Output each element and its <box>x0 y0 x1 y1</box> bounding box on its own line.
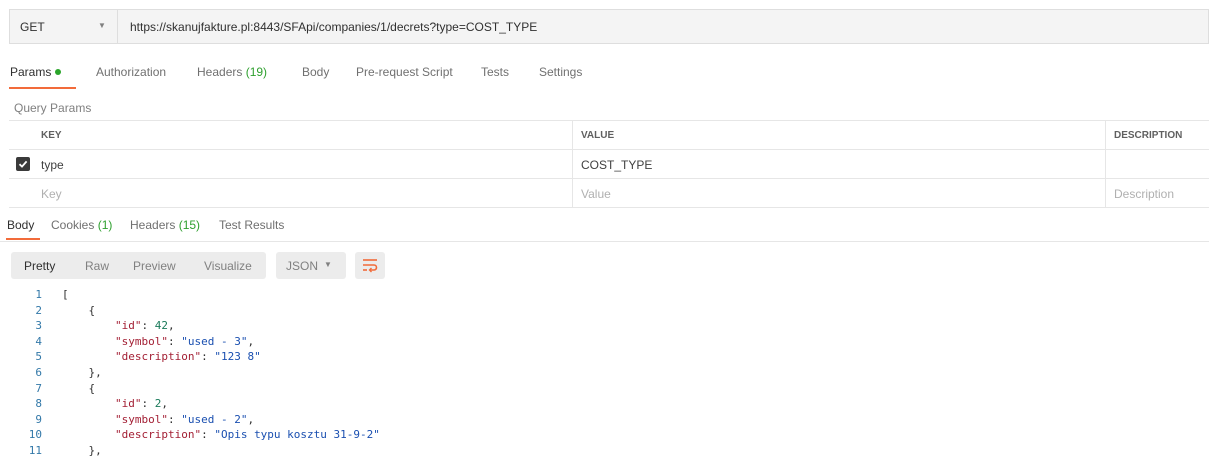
request-url-bar: GET ▼ https://skanujfakture.pl:8443/SFAp… <box>9 9 1209 44</box>
line-number: 4 <box>35 334 42 348</box>
method-label: GET <box>20 20 45 34</box>
new-value-input[interactable]: Value <box>581 187 611 201</box>
tab-params-label: Params <box>10 65 52 79</box>
table-row: type COST_TYPE <box>9 150 1209 179</box>
format-visualize-button[interactable]: Visualize <box>204 259 252 273</box>
tab-authorization[interactable]: Authorization <box>96 65 166 79</box>
tab-test-results[interactable]: Test Results <box>219 218 284 232</box>
checkmark-icon <box>18 160 28 168</box>
format-pretty-button[interactable]: Pretty <box>24 259 55 273</box>
line-number: 3 <box>35 319 42 333</box>
active-response-tab-indicator <box>6 238 40 240</box>
tab-headers-label: Headers <box>197 65 243 79</box>
code-text: { <box>62 303 96 317</box>
column-header-value: VALUE <box>581 130 615 141</box>
param-value-cell[interactable]: COST_TYPE <box>581 158 652 172</box>
method-select[interactable]: GET ▼ <box>10 10 118 43</box>
table-row-new: Key Value Description <box>9 179 1209 208</box>
param-enabled-checkbox[interactable] <box>16 157 30 171</box>
line-number: 8 <box>35 397 42 411</box>
column-header-key: KEY <box>41 130 62 141</box>
line-number: 9 <box>35 412 42 426</box>
format-raw-button[interactable]: Raw <box>85 259 109 273</box>
new-description-input[interactable]: Description <box>1114 187 1174 201</box>
code-line: 9 "symbol": "used - 2", <box>0 413 1209 427</box>
code-text: "symbol": "used - 3", <box>114 334 255 348</box>
code-text: "description": "Opis typu kosztu 31-9-2" <box>114 428 380 442</box>
code-line: 10 "description": "Opis typu kosztu 31-9… <box>0 428 1209 442</box>
tab-response-body[interactable]: Body <box>7 218 34 232</box>
line-number: 10 <box>28 428 42 442</box>
tab-response-headers[interactable]: Headers (15) <box>130 218 200 232</box>
query-params-title: Query Params <box>14 101 92 115</box>
chevron-down-icon: ▼ <box>324 260 332 269</box>
code-line: 7 { <box>0 382 1209 396</box>
code-text: "symbol": "used - 2", <box>114 412 255 426</box>
code-text: }, <box>62 366 102 379</box>
code-line: 1[ <box>0 288 1209 302</box>
chevron-down-icon: ▼ <box>98 21 106 30</box>
line-number: 2 <box>35 303 42 317</box>
request-tabs: Params Authorization Headers (19) Body P… <box>0 60 1209 90</box>
line-number: 1 <box>35 288 42 301</box>
tab-headers-count: (19) <box>245 65 268 79</box>
column-divider <box>1105 120 1106 208</box>
code-line: 3 "id": 42, <box>0 319 1209 333</box>
code-line: 8 "id": 2, <box>0 397 1209 411</box>
code-text: [ <box>62 288 69 301</box>
params-active-dot <box>55 69 62 75</box>
column-divider <box>572 120 573 208</box>
language-label: JSON <box>286 259 319 273</box>
tab-cookies-label: Cookies <box>51 218 95 232</box>
line-number: 11 <box>28 444 42 457</box>
language-select[interactable]: JSON ▼ <box>276 252 346 279</box>
code-text: { <box>62 381 96 395</box>
code-line: 11 }, <box>0 444 1209 458</box>
code-line: 4 "symbol": "used - 3", <box>0 335 1209 349</box>
table-header-row: KEY VALUE DESCRIPTION <box>9 120 1209 150</box>
tab-tests[interactable]: Tests <box>481 65 509 79</box>
new-key-input[interactable]: Key <box>41 187 62 201</box>
wrap-lines-icon <box>363 259 378 273</box>
code-line: 5 "description": "123 8" <box>0 350 1209 364</box>
code-text: "id": 42, <box>114 319 175 333</box>
tab-cookies-count: (1) <box>97 218 113 232</box>
tab-body[interactable]: Body <box>302 65 329 79</box>
line-number: 5 <box>35 350 42 364</box>
param-key-cell[interactable]: type <box>41 158 64 172</box>
format-preview-button[interactable]: Preview <box>133 259 176 273</box>
tab-pre-request-script[interactable]: Pre-request Script <box>356 65 453 79</box>
active-tab-indicator <box>9 87 76 89</box>
response-tabs: Body Cookies (1) Headers (15) Test Resul… <box>0 214 1209 242</box>
wrap-lines-button[interactable] <box>355 252 385 279</box>
tab-cookies[interactable]: Cookies (1) <box>51 218 112 232</box>
tab-headers[interactable]: Headers (19) <box>197 65 267 79</box>
url-input[interactable]: https://skanujfakture.pl:8443/SFApi/comp… <box>130 20 537 34</box>
code-line: 2 { <box>0 304 1209 318</box>
tab-params[interactable]: Params <box>10 65 62 79</box>
code-text: "id": 2, <box>114 397 168 411</box>
tab-response-headers-count: (15) <box>178 218 201 232</box>
tab-response-headers-label: Headers <box>130 218 176 232</box>
format-mode-group: Pretty Raw Preview Visualize <box>11 252 266 279</box>
line-number: 6 <box>35 366 42 379</box>
code-line: 6 }, <box>0 366 1209 380</box>
code-text: "description": "123 8" <box>114 350 261 364</box>
code-text: }, <box>62 444 102 457</box>
tab-settings[interactable]: Settings <box>539 65 582 79</box>
column-header-description: DESCRIPTION <box>1114 130 1183 141</box>
line-number: 7 <box>35 381 42 395</box>
